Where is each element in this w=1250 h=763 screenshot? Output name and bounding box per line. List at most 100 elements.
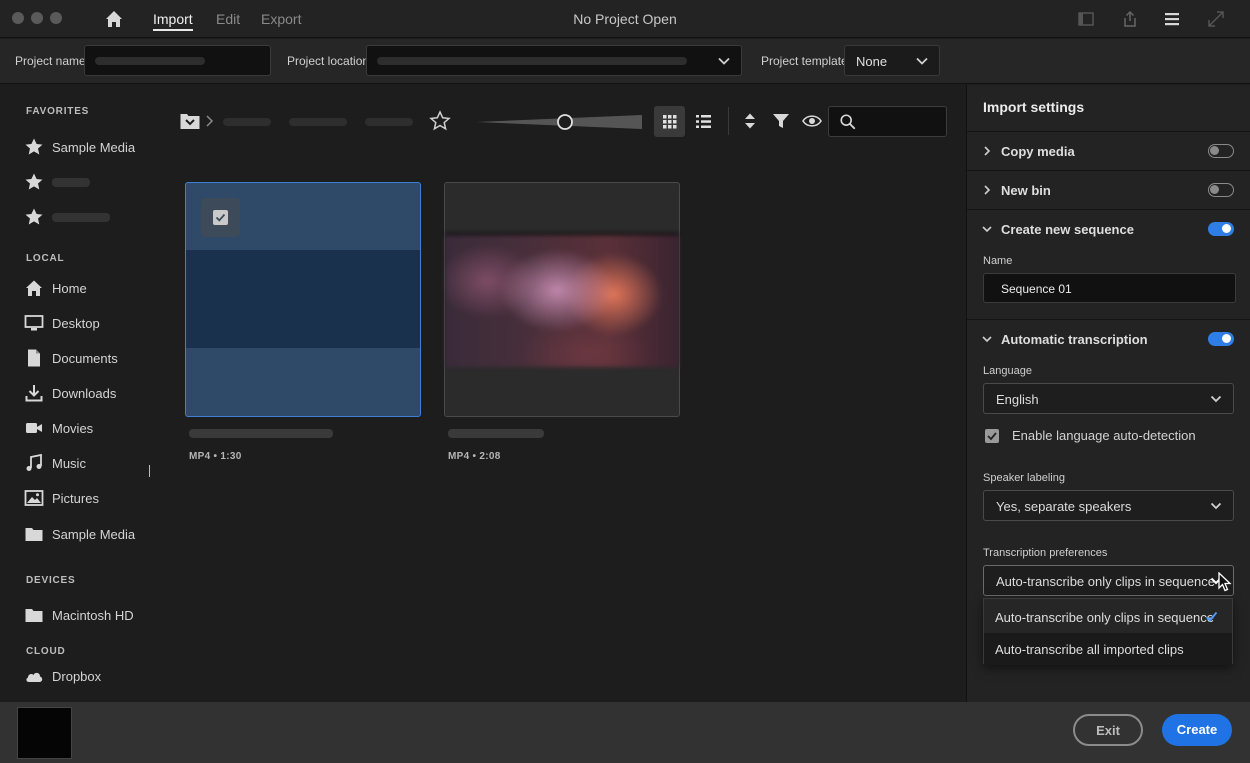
clip-thumbnail-selected[interactable] bbox=[185, 182, 421, 417]
list-view-button[interactable] bbox=[688, 106, 719, 137]
filter-icon[interactable] bbox=[770, 110, 792, 132]
fullscreen-icon[interactable] bbox=[1206, 9, 1226, 29]
minimize-window-button[interactable] bbox=[31, 12, 43, 24]
sidebar-item-label: Music bbox=[52, 455, 86, 471]
sequence-name-label: Name bbox=[983, 255, 1013, 267]
sidebar-item-sample-media[interactable]: Sample Media bbox=[24, 522, 162, 546]
chevron-down-icon[interactable] bbox=[981, 223, 993, 235]
star-outline-icon[interactable] bbox=[429, 110, 451, 132]
eye-icon[interactable] bbox=[801, 110, 823, 132]
sidebar-item-label: Sample Media bbox=[52, 139, 136, 155]
favorites-heading: FAVORITES bbox=[26, 106, 90, 117]
project-bar: Project name Project location Project te… bbox=[0, 39, 1250, 84]
sidebar-item-favorite-3[interactable] bbox=[24, 205, 162, 229]
clip-meta: MP4 • 1:30 bbox=[189, 451, 242, 462]
checkmark-icon bbox=[1205, 611, 1218, 622]
breadcrumb-blurred[interactable] bbox=[289, 118, 347, 126]
menu-option-only-sequence-clips[interactable]: Auto-transcribe only clips in sequence bbox=[984, 601, 1232, 633]
speaker-labeling-select[interactable]: Yes, separate speakers bbox=[983, 490, 1234, 521]
chevron-right-icon bbox=[206, 115, 214, 127]
folder-down-icon[interactable] bbox=[179, 110, 201, 132]
tab-edit[interactable]: Edit bbox=[216, 11, 240, 27]
text-cursor bbox=[149, 465, 150, 477]
grid-view-button[interactable] bbox=[654, 106, 685, 137]
close-window-button[interactable] bbox=[12, 12, 24, 24]
clip-name-blurred bbox=[448, 429, 544, 438]
workspace-menu-icon[interactable] bbox=[1162, 9, 1182, 29]
clip-meta: MP4 • 2:08 bbox=[448, 451, 501, 462]
sidebar-item-desktop[interactable]: Desktop bbox=[24, 311, 162, 335]
chevron-right-icon bbox=[984, 146, 991, 156]
grid-icon bbox=[663, 115, 677, 129]
create-button[interactable]: Create bbox=[1162, 714, 1232, 746]
chevron-down-icon bbox=[718, 57, 730, 65]
sidebar-item-label: Dropbox bbox=[52, 668, 102, 684]
project-name-input[interactable] bbox=[84, 45, 271, 76]
sidebar-item-macintosh-hd[interactable]: Macintosh HD bbox=[24, 603, 162, 627]
list-icon bbox=[696, 115, 711, 128]
clip-select-checkbox[interactable] bbox=[201, 198, 240, 237]
music-note-icon bbox=[26, 453, 42, 471]
menu-option-label: Auto-transcribe all imported clips bbox=[995, 642, 1184, 657]
project-location-label: Project location bbox=[287, 54, 370, 68]
panel-title: Import settings bbox=[983, 99, 1085, 115]
sidebar-item-favorite-2[interactable] bbox=[24, 170, 162, 194]
cloud-heading: CLOUD bbox=[26, 646, 66, 657]
transcription-toggle[interactable] bbox=[1208, 332, 1234, 346]
title-bar: Import Edit Export No Project Open bbox=[0, 0, 1250, 38]
create-sequence-section: Create new sequence Name Sequence 01 bbox=[967, 209, 1250, 319]
transcription-preferences-value: Auto-transcribe only clips in sequence bbox=[996, 574, 1215, 589]
project-template-value: None bbox=[856, 54, 888, 69]
chevron-down-icon[interactable] bbox=[981, 333, 993, 345]
auto-detect-row[interactable]: Enable language auto-detection bbox=[985, 428, 1196, 443]
auto-detect-label: Enable language auto-detection bbox=[1012, 428, 1196, 443]
speaker-labeling-value: Yes, separate speakers bbox=[996, 499, 1132, 514]
sort-icon[interactable] bbox=[739, 110, 761, 132]
menu-option-label: Auto-transcribe only clips in sequence bbox=[995, 610, 1214, 625]
sidebar-item-pictures[interactable]: Pictures bbox=[24, 486, 162, 510]
copy-media-row[interactable]: Copy media bbox=[967, 131, 1250, 170]
auto-detect-checkbox[interactable] bbox=[985, 428, 999, 443]
copy-media-label: Copy media bbox=[1001, 144, 1075, 159]
transcription-preferences-select[interactable]: Auto-transcribe only clips in sequence bbox=[983, 565, 1234, 596]
devices-heading: DEVICES bbox=[26, 575, 76, 586]
home-icon[interactable] bbox=[104, 9, 124, 29]
project-location-select[interactable] bbox=[366, 45, 742, 76]
create-sequence-toggle[interactable] bbox=[1208, 222, 1234, 236]
sidebar-item-home[interactable]: Home bbox=[24, 276, 162, 300]
share-icon[interactable] bbox=[1120, 9, 1140, 29]
copy-media-toggle[interactable] bbox=[1208, 144, 1234, 158]
star-icon bbox=[25, 208, 43, 225]
sidebar-item-movies[interactable]: Movies bbox=[24, 416, 162, 440]
exit-button[interactable]: Exit bbox=[1073, 714, 1143, 746]
monitor-icon bbox=[24, 315, 44, 331]
breadcrumb-blurred[interactable] bbox=[223, 118, 271, 126]
menu-option-all-imported-clips[interactable]: Auto-transcribe all imported clips bbox=[984, 633, 1232, 665]
tab-export[interactable]: Export bbox=[261, 11, 301, 27]
sequence-name-input[interactable]: Sequence 01 bbox=[983, 273, 1236, 303]
new-bin-row[interactable]: New bin bbox=[967, 170, 1250, 209]
thumbnail-size-slider[interactable] bbox=[477, 113, 642, 131]
sidebar-item-downloads[interactable]: Downloads bbox=[24, 381, 162, 405]
folder-icon bbox=[25, 528, 43, 541]
sidebar-item-sample-media-favorite[interactable]: Sample Media bbox=[24, 135, 162, 159]
chevron-right-icon bbox=[984, 185, 991, 195]
sidebar-item-music[interactable]: Music bbox=[24, 451, 162, 475]
breadcrumb-blurred[interactable] bbox=[365, 118, 413, 126]
checkmark-icon bbox=[215, 213, 226, 222]
selected-clip-thumbnail[interactable] bbox=[17, 707, 72, 759]
panel-layout-icon[interactable] bbox=[1076, 9, 1096, 29]
new-bin-toggle[interactable] bbox=[1208, 183, 1234, 197]
footer-bar: Exit Create bbox=[0, 702, 1250, 763]
clip-name-blurred bbox=[189, 429, 333, 438]
language-select[interactable]: English bbox=[983, 383, 1234, 414]
clip-thumbnail[interactable] bbox=[444, 182, 680, 417]
zoom-window-button[interactable] bbox=[50, 12, 62, 24]
sidebar-item-dropbox[interactable]: Dropbox bbox=[24, 664, 162, 688]
project-template-select[interactable]: None bbox=[844, 45, 940, 76]
search-input[interactable] bbox=[828, 106, 947, 137]
sidebar-item-label-blurred bbox=[52, 177, 90, 187]
project-name-label: Project name bbox=[15, 54, 86, 68]
tab-import[interactable]: Import bbox=[153, 11, 193, 31]
sidebar-item-documents[interactable]: Documents bbox=[24, 346, 162, 370]
